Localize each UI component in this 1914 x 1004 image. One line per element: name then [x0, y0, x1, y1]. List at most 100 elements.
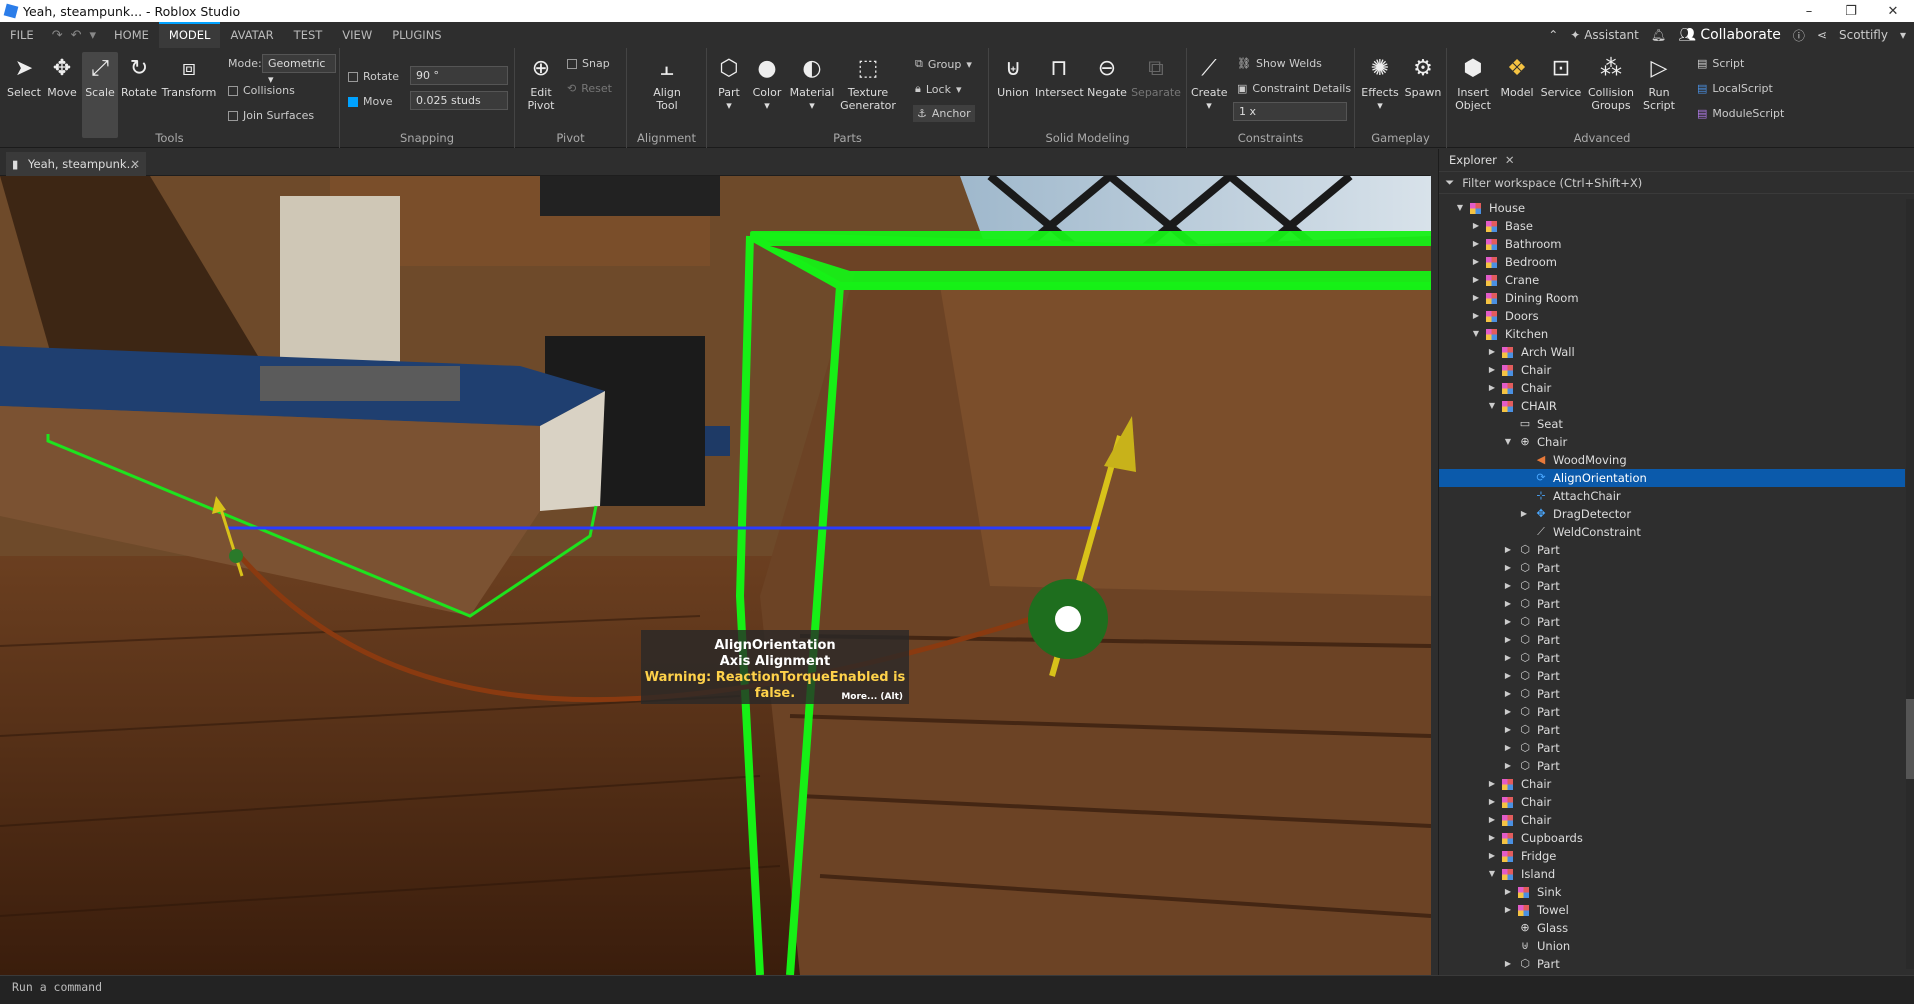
expand-arrow-icon[interactable]: ▶ — [1503, 685, 1513, 703]
user-menu[interactable]: Scottifly — [1839, 28, 1888, 42]
expand-arrow-icon[interactable]: ▶ — [1471, 307, 1481, 325]
mode-dropdown[interactable]: Geometric ▾ — [262, 54, 336, 86]
expand-arrow-icon[interactable]: ▶ — [1503, 901, 1513, 919]
explorer-item[interactable]: ⊎ Union — [1439, 937, 1905, 955]
constraint-scale-input[interactable]: 1 x — [1233, 102, 1347, 121]
expand-arrow-icon[interactable]: ▶ — [1487, 343, 1497, 361]
close-window-button[interactable]: ✕ — [1872, 0, 1914, 22]
notifications-bell-icon[interactable]: 🔔︎ — [1651, 28, 1666, 42]
model-button[interactable]: ❖ Model — [1497, 54, 1537, 99]
expand-arrow-icon[interactable]: ▶ — [1503, 739, 1513, 757]
select-tool-button[interactable]: ➤ Select — [6, 54, 42, 99]
close-tab-icon[interactable]: ✕ — [130, 152, 140, 176]
document-tab[interactable]: ▮ Yeah, steampunk... ✕ — [6, 152, 146, 176]
insert-object-button[interactable]: ⬢ Insert Object — [1451, 54, 1495, 112]
pivot-reset-button[interactable]: ⟲ Reset — [567, 82, 612, 95]
part-button[interactable]: ⬡ Part ▾ — [711, 54, 747, 112]
explorer-item[interactable]: ▼ House — [1439, 199, 1905, 217]
explorer-item[interactable]: ▶ ⬡ Part — [1439, 703, 1905, 721]
explorer-item[interactable]: ▶ ⬡ Part — [1439, 595, 1905, 613]
local-script-button[interactable]: ▤ LocalScript — [1697, 82, 1773, 95]
explorer-item[interactable]: ▶ Doors — [1439, 307, 1905, 325]
collapse-ribbon-icon[interactable]: ⌃ — [1548, 28, 1558, 42]
explorer-item[interactable]: ▶ ⬡ Part — [1439, 739, 1905, 757]
share-icon[interactable]: ⋖ — [1817, 28, 1827, 42]
menu-view[interactable]: VIEW — [332, 22, 382, 48]
explorer-filter-input[interactable]: Filter workspace (Ctrl+Shift+X) — [1462, 176, 1642, 190]
assistant-button[interactable]: ✦ Assistant — [1570, 28, 1639, 42]
explorer-item[interactable]: ⊹ AttachChair — [1439, 487, 1905, 505]
explorer-item[interactable]: ▭ Seat — [1439, 415, 1905, 433]
expand-arrow-icon[interactable]: ▶ — [1487, 361, 1497, 379]
module-script-button[interactable]: ▤ ModuleScript — [1697, 107, 1784, 120]
explorer-item[interactable]: ▶ ⬡ Part — [1439, 649, 1905, 667]
explorer-item[interactable]: ▶ ⬡ Part — [1439, 955, 1905, 973]
menu-avatar[interactable]: AVATAR — [220, 22, 283, 48]
explorer-item[interactable]: ▶ Chair — [1439, 361, 1905, 379]
expand-arrow-icon[interactable]: ▶ — [1471, 235, 1481, 253]
collisions-checkbox[interactable]: Collisions — [228, 84, 295, 97]
group-button[interactable]: ⧉ Group ▾ — [915, 57, 972, 71]
explorer-item[interactable]: ▶ Sink — [1439, 883, 1905, 901]
explorer-item[interactable]: ▶ Fridge — [1439, 847, 1905, 865]
explorer-scrollbar[interactable] — [1906, 199, 1914, 969]
explorer-item[interactable]: ▶ ⬡ Part — [1439, 559, 1905, 577]
transform-tool-button[interactable]: ⧈ Transform — [160, 54, 218, 99]
create-constraint-button[interactable]: ⟋ Create ▾ — [1191, 54, 1228, 112]
explorer-scrollbar-thumb[interactable] — [1906, 699, 1914, 779]
scale-tool-button[interactable]: ⤢ Scale — [82, 52, 118, 138]
expand-arrow-icon[interactable]: ▶ — [1487, 829, 1497, 847]
explorer-item[interactable]: ▶ Chair — [1439, 775, 1905, 793]
explorer-item[interactable]: ▶ ✥ DragDetector — [1439, 505, 1905, 523]
expand-arrow-icon[interactable]: ▶ — [1503, 631, 1513, 649]
expand-arrow-icon[interactable]: ▶ — [1487, 811, 1497, 829]
expand-arrow-icon[interactable]: ▶ — [1471, 253, 1481, 271]
expand-arrow-icon[interactable]: ▶ — [1503, 757, 1513, 775]
expand-arrow-icon[interactable]: ▶ — [1471, 289, 1481, 307]
explorer-item[interactable]: ▶ Chair — [1439, 379, 1905, 397]
rotate-tool-button[interactable]: ↻ Rotate — [120, 54, 158, 99]
user-dropdown-icon[interactable]: ▾ — [1900, 28, 1906, 42]
move-tool-button[interactable]: ✥ Move — [44, 54, 80, 99]
explorer-tab[interactable]: Explorer ✕ — [1439, 149, 1914, 172]
collapse-arrow-icon[interactable]: ▼ — [1471, 325, 1481, 343]
command-input[interactable]: Run a command — [12, 980, 102, 994]
color-button[interactable]: ● Color ▾ — [749, 54, 785, 112]
negate-button[interactable]: ⊖ Negate — [1085, 54, 1129, 99]
explorer-item[interactable]: ▶ ⬡ Part — [1439, 757, 1905, 775]
union-button[interactable]: ⊎ Union — [993, 54, 1033, 99]
expand-arrow-icon[interactable]: ▶ — [1503, 649, 1513, 667]
undo-icon[interactable]: ↶ — [71, 28, 82, 43]
explorer-item[interactable]: ▶ Bedroom — [1439, 253, 1905, 271]
explorer-item[interactable]: ▼ Island — [1439, 865, 1905, 883]
rotate-snap-checkbox[interactable]: Rotate — [348, 70, 399, 83]
texture-generator-button[interactable]: ⬚ Texture Generator — [839, 54, 897, 112]
explorer-item[interactable]: ▶ Arch Wall — [1439, 343, 1905, 361]
material-button[interactable]: ◐ Material ▾ — [787, 54, 837, 112]
edit-pivot-button[interactable]: ⊕ Edit Pivot — [521, 54, 561, 112]
lock-button[interactable]: 🔒︎ Lock ▾ — [915, 82, 961, 96]
move-snap-checkbox[interactable]: Move — [348, 95, 393, 108]
menu-home[interactable]: HOME — [104, 22, 159, 48]
close-explorer-icon[interactable]: ✕ — [1505, 153, 1515, 167]
collapse-arrow-icon[interactable]: ▼ — [1487, 865, 1497, 883]
expand-arrow-icon[interactable]: ▶ — [1471, 217, 1481, 235]
join-surfaces-checkbox[interactable]: Join Surfaces — [228, 109, 314, 122]
expand-arrow-icon[interactable]: ▶ — [1487, 379, 1497, 397]
explorer-item[interactable]: ◀ WoodMoving — [1439, 451, 1905, 469]
expand-arrow-icon[interactable]: ▶ — [1503, 955, 1513, 973]
menu-plugins[interactable]: PLUGINS — [382, 22, 451, 48]
expand-arrow-icon[interactable]: ▶ — [1503, 883, 1513, 901]
spawn-button[interactable]: ⚙︎ Spawn — [1403, 54, 1443, 99]
explorer-item[interactable]: ▼ ⊕ Chair — [1439, 433, 1905, 451]
constraint-details-toggle[interactable]: ▣ Constraint Details — [1237, 82, 1351, 95]
menu-test[interactable]: TEST — [284, 22, 333, 48]
service-button[interactable]: ⊡ Service — [1539, 54, 1583, 99]
explorer-item[interactable]: ▶ Dining Room — [1439, 289, 1905, 307]
minimize-button[interactable]: – — [1788, 0, 1830, 22]
collapse-arrow-icon[interactable]: ▼ — [1503, 433, 1513, 451]
expand-arrow-icon[interactable]: ▶ — [1503, 613, 1513, 631]
run-script-button[interactable]: ▷ Run Script — [1639, 54, 1679, 112]
expand-arrow-icon[interactable]: ▶ — [1503, 667, 1513, 685]
expand-arrow-icon[interactable]: ▶ — [1471, 271, 1481, 289]
